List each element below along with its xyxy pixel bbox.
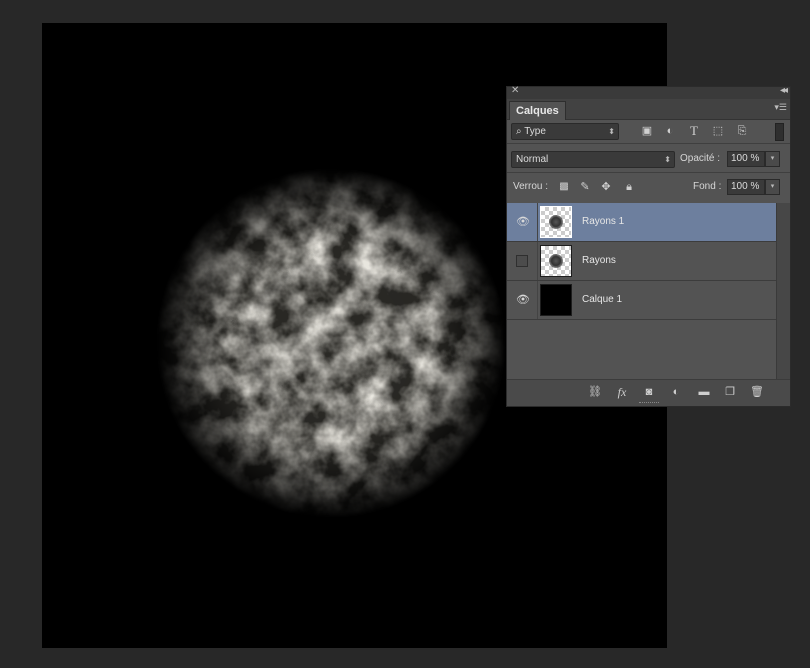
updown-arrow-icon: ⬍ (664, 155, 671, 164)
filter-toggle[interactable] (775, 123, 784, 141)
blend-mode-select[interactable]: Normal ⬍ (511, 151, 675, 168)
panel-titlebar[interactable]: ✕ ◂◂ (507, 85, 790, 99)
lock-label: Verrou : (513, 181, 549, 192)
layer-name: Rayons (582, 255, 616, 266)
resize-grip[interactable] (639, 402, 659, 406)
trash-icon[interactable]: 🗑︎ (750, 385, 764, 399)
opacity-label: Opacité : (680, 153, 721, 164)
fill-input[interactable]: 100 % (727, 179, 765, 195)
blend-mode-value: Normal (516, 154, 549, 165)
layer-thumbnail (540, 206, 572, 238)
layer-row[interactable]: Rayons (507, 242, 777, 281)
fill-dropdown[interactable]: ▾ (765, 179, 780, 195)
visibility-toggle[interactable]: 👁︎ (507, 203, 538, 241)
adjustment-filter-icon[interactable]: ◐ (663, 124, 677, 138)
link-icon[interactable]: ⛓︎ (588, 385, 602, 399)
lock-position-icon[interactable]: ✥ (599, 180, 613, 194)
panel-menu-icon[interactable]: ▾☰ (774, 102, 787, 113)
layer-name: Rayons 1 (582, 216, 625, 227)
opacity-input[interactable]: 100 % (727, 151, 765, 167)
layers-scrollbar[interactable] (776, 203, 790, 380)
layer-row[interactable]: 👁︎ Calque 1 (507, 281, 777, 320)
lock-pixels-icon[interactable]: ✎ (578, 180, 592, 194)
layer-thumbnail (540, 245, 572, 277)
shape-filter-icon[interactable]: ⬚ (711, 124, 725, 138)
fx-icon[interactable]: fx (615, 385, 629, 399)
collapse-icon[interactable]: ◂◂ (780, 85, 788, 96)
close-icon[interactable]: ✕ (511, 85, 519, 96)
new-layer-icon[interactable]: ❐ (723, 385, 737, 399)
visibility-toggle[interactable] (507, 242, 538, 280)
type-filter-icon[interactable]: T (687, 124, 701, 138)
layer-name: Calque 1 (582, 294, 623, 305)
hidden-box-icon (516, 255, 528, 267)
visibility-toggle[interactable]: 👁︎ (507, 281, 538, 319)
updown-arrow-icon: ⬍ (608, 127, 615, 136)
panel-tabbar: Calques ▾☰ (507, 99, 790, 120)
panel-footer: ⛓︎ fx ◙ ◐ ▬ ❐ 🗑︎ (507, 379, 790, 406)
filter-value: Type (524, 126, 546, 137)
divider (507, 143, 790, 144)
opacity-dropdown[interactable]: ▾ (765, 151, 780, 167)
image-filter-icon[interactable]: ▣ (640, 124, 654, 138)
layer-thumbnail (540, 284, 572, 316)
divider (507, 172, 790, 173)
fill-label: Fond : (693, 181, 722, 192)
layers-panel: ✕ ◂◂ Calques ▾☰ ⌕ Type ⬍ ▣ ◐ T ⬚ ⎘ Norma… (506, 85, 791, 407)
search-icon: ⌕ (516, 126, 525, 137)
tab-calques[interactable]: Calques (509, 101, 566, 120)
adjustment-icon[interactable]: ◐ (669, 385, 683, 399)
lock-transparency-icon[interactable]: ▩ (557, 180, 571, 194)
folder-icon[interactable]: ▬ (697, 385, 711, 399)
mask-icon[interactable]: ◙ (642, 385, 656, 399)
filter-type-select[interactable]: ⌕ Type ⬍ (511, 123, 619, 140)
eye-icon: 👁︎ (516, 294, 530, 306)
lock-all-icon[interactable]: 🔒︎ (622, 180, 636, 194)
layer-row[interactable]: 👁︎ Rayons 1 (507, 203, 777, 242)
smart-object-filter-icon[interactable]: ⎘ (735, 124, 749, 138)
eye-icon: 👁︎ (516, 216, 530, 228)
